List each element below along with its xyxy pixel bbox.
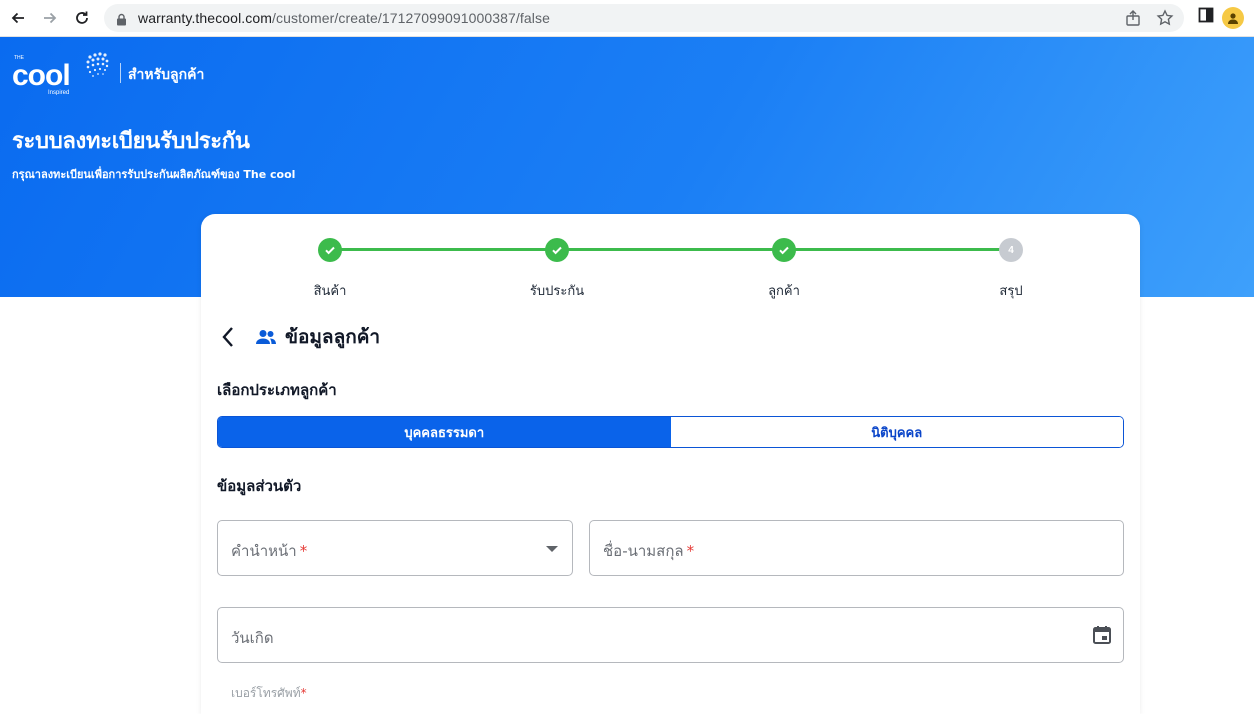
svg-text:Inspired: Inspired [48,90,69,95]
back-arrow-icon[interactable] [6,6,30,30]
step-3-check-icon [772,238,796,262]
the-cool-logo[interactable]: THE cool Inspired [12,49,112,96]
reload-icon[interactable] [70,6,94,30]
customer-type-label: เลือกประเภทลูกค้า [217,381,337,399]
section-header: ข้อมูลลูกค้า [217,322,380,352]
svg-text:cool: cool [12,59,70,92]
page-title: ระบบลงทะเบียนรับประกัน [12,129,250,154]
calendar-icon[interactable] [1091,624,1113,650]
step-label-product: สินค้า [313,284,347,299]
url-text: warranty.thecool.com/customer/create/171… [138,10,550,26]
stepper-progress-line [330,248,1010,251]
registration-card: 4 สินค้า รับประกัน ลูกค้า สรุป ข้อมูลลูก… [201,214,1140,714]
star-bookmark-icon[interactable] [1156,9,1174,27]
step-label-summary: สรุป [999,284,1023,299]
prefix-select[interactable]: คำนำหน้า * [217,520,573,576]
side-panel-icon[interactable] [1198,7,1214,27]
people-icon [255,326,277,348]
forward-arrow-icon[interactable] [38,6,62,30]
birthdate-input[interactable]: วันเกิด [217,607,1124,663]
juristic-type-button[interactable]: นิติบุคคล [670,417,1123,447]
address-bar[interactable]: warranty.thecool.com/customer/create/171… [104,4,1184,32]
fullname-input[interactable]: ชื่อ-นามสกุล * [589,520,1124,576]
lock-icon[interactable] [116,11,127,30]
back-chevron-icon[interactable] [217,323,239,351]
step-2-check-icon [545,238,569,262]
step-label-warranty: รับประกัน [529,284,585,299]
profile-avatar-icon[interactable] [1222,7,1244,29]
prefix-placeholder: คำนำหน้า * [231,542,308,560]
step-1-check-icon [318,238,342,262]
dropdown-caret-icon [546,546,558,552]
browser-toolbar: warranty.thecool.com/customer/create/171… [0,0,1254,37]
fullname-placeholder: ชื่อ-นามสกุล * [603,542,695,560]
share-icon[interactable] [1124,9,1142,27]
individual-type-button[interactable]: บุคคลธรรมดา [218,417,671,447]
step-label-customer: ลูกค้า [768,284,800,299]
page-subtitle: กรุณาลงทะเบียนเพื่อการรับประกันผลิตภัณฑ์… [12,168,296,181]
section-title: ข้อมูลลูกค้า [285,326,381,348]
logo-divider [120,63,121,83]
step-4-number: 4 [999,238,1023,262]
phone-floating-label: เบอร์โทรศัพท์* [231,686,307,700]
birthdate-placeholder: วันเกิด [231,629,274,647]
personal-info-label: ข้อมูลส่วนตัว [217,477,302,495]
customer-type-toggle: บุคคลธรรมดา นิติบุคคล [217,416,1124,448]
logo-caption: สำหรับลูกค้า [128,67,205,83]
